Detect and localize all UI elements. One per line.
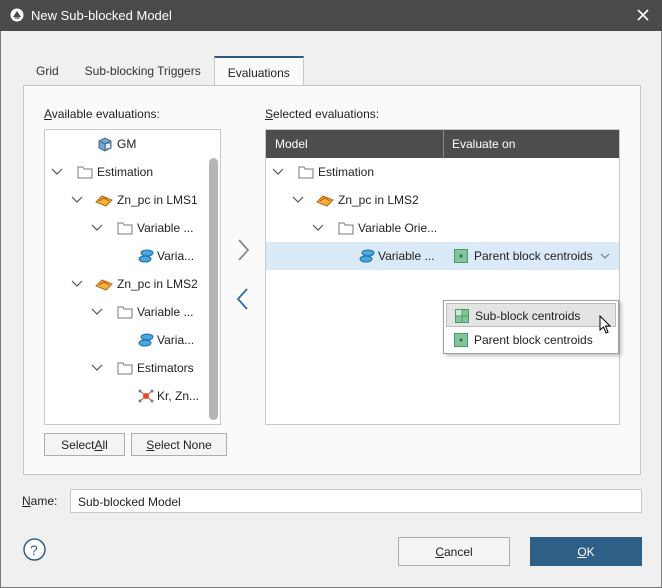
tree-item-label: Zn_pc in LMS1 bbox=[117, 193, 198, 207]
folder-icon bbox=[117, 222, 133, 235]
title-bar: New Sub-blocked Model bbox=[0, 0, 662, 31]
tab-grid[interactable]: Grid bbox=[23, 56, 72, 86]
dropdown-option-label: Parent block centroids bbox=[474, 333, 593, 347]
chevron-down-icon[interactable] bbox=[272, 166, 284, 178]
mouse-cursor-icon bbox=[599, 315, 612, 334]
dialog-body: Grid Sub-blocking Triggers Evaluations A… bbox=[0, 31, 662, 588]
tree-item-label: Varia... bbox=[157, 249, 195, 263]
chevron-down-icon[interactable] bbox=[292, 194, 304, 206]
tree-item-label: Varia... bbox=[157, 333, 195, 347]
tree-item-label: Zn_pc in LMS2 bbox=[117, 277, 198, 291]
app-logo-icon bbox=[10, 8, 24, 22]
parent-block-centroids-icon bbox=[454, 249, 468, 263]
chevron-down-icon[interactable] bbox=[91, 222, 103, 234]
tree-item-label: Variable ... bbox=[137, 221, 194, 235]
tree-item-estimators[interactable]: Estimators bbox=[45, 354, 205, 382]
folder-icon bbox=[117, 306, 133, 319]
name-input[interactable]: Sub-blocked Model bbox=[70, 489, 642, 513]
evaluate-on-value: Parent block centroids bbox=[474, 249, 593, 263]
available-evaluations-tree[interactable]: GM Estimation Zn_pc in LMS1 Variable ... bbox=[44, 129, 221, 425]
variable-orientation-icon bbox=[359, 249, 375, 263]
chevron-down-icon[interactable] bbox=[91, 362, 103, 374]
table-row-label: Estimation bbox=[318, 165, 375, 179]
select-none-button[interactable]: Select None bbox=[131, 433, 227, 456]
tree-item-label: Kr, Zn... bbox=[157, 389, 200, 403]
table-row[interactable]: Variable Orie... bbox=[266, 214, 616, 242]
kriging-icon bbox=[138, 389, 154, 403]
surface-icon bbox=[95, 195, 113, 207]
evaluations-panel: Available evaluations: GM Estimation Zn_… bbox=[23, 85, 641, 475]
chevron-down-icon[interactable] bbox=[71, 278, 83, 290]
tree-item-variable-orientation[interactable]: Variable ... bbox=[45, 214, 205, 242]
table-row-label: Variable Orie... bbox=[358, 221, 438, 235]
chevron-down-icon[interactable] bbox=[312, 222, 324, 234]
sub-block-centroids-icon bbox=[455, 309, 469, 323]
parent-block-centroids-icon bbox=[454, 333, 468, 347]
select-all-button[interactable]: Select All bbox=[44, 433, 125, 456]
chevron-right-icon[interactable] bbox=[233, 236, 253, 264]
dropdown-option-sub-block-centroids[interactable]: Sub-block centroids bbox=[446, 303, 616, 327]
table-row-label: Variable ... bbox=[378, 249, 435, 263]
tree-item-label: Estimation bbox=[97, 165, 154, 179]
window-title: New Sub-blocked Model bbox=[31, 8, 172, 23]
tree-item-variable-orientation-object[interactable]: Varia... bbox=[45, 242, 205, 270]
tree-item-variable-orientation[interactable]: Variable ... bbox=[45, 298, 205, 326]
column-header-model[interactable]: Model bbox=[275, 137, 308, 151]
available-evaluations-label: Available evaluations: bbox=[44, 107, 160, 121]
close-icon[interactable] bbox=[634, 6, 652, 24]
tree-item-zn-lms1[interactable]: Zn_pc in LMS1 bbox=[45, 186, 205, 214]
tab-evaluations[interactable]: Evaluations bbox=[213, 56, 304, 87]
cancel-button[interactable]: Cancel bbox=[398, 537, 510, 566]
tree-item-zn-lms2[interactable]: Zn_pc in LMS2 bbox=[45, 270, 205, 298]
surface-icon bbox=[316, 195, 334, 207]
column-header-evaluate-on[interactable]: Evaluate on bbox=[452, 137, 515, 151]
table-row[interactable]: Variable ... Parent block centroids bbox=[266, 242, 616, 270]
variable-orientation-icon bbox=[138, 333, 154, 347]
dropdown-option-label: Sub-block centroids bbox=[475, 309, 581, 323]
scrollbar-thumb[interactable] bbox=[209, 158, 218, 420]
folder-icon bbox=[77, 166, 93, 179]
tree-item-label: Estimators bbox=[137, 361, 194, 375]
table-row[interactable]: Zn_pc in LMS2 bbox=[266, 186, 616, 214]
help-glyph: ? bbox=[30, 542, 38, 558]
chevron-left-icon[interactable] bbox=[233, 285, 253, 313]
tree-item-estimation[interactable]: Estimation bbox=[45, 158, 205, 186]
chevron-down-icon[interactable] bbox=[91, 306, 103, 318]
table-row[interactable]: Estimation bbox=[266, 158, 616, 186]
tree-item-variable-orientation-object[interactable]: Varia... bbox=[45, 326, 205, 354]
table-row-label: Zn_pc in LMS2 bbox=[338, 193, 419, 207]
folder-icon bbox=[338, 222, 354, 235]
chevron-down-icon[interactable] bbox=[71, 194, 83, 206]
evaluate-on-select[interactable]: Parent block centroids bbox=[452, 242, 616, 270]
tree-item-kriging-estimator[interactable]: Kr, Zn... bbox=[45, 382, 205, 410]
selected-evaluations-label: Selected evaluations: bbox=[265, 107, 380, 121]
variable-orientation-icon bbox=[138, 249, 154, 263]
chevron-down-icon[interactable] bbox=[600, 252, 610, 260]
tree-item-label: GM bbox=[117, 137, 137, 151]
evaluate-on-dropdown: Sub-block centroids Parent block centroi… bbox=[443, 300, 619, 354]
tab-sub-blocking-triggers[interactable]: Sub-blocking Triggers bbox=[72, 56, 214, 86]
dropdown-option-parent-block-centroids[interactable]: Parent block centroids bbox=[446, 328, 616, 352]
tree-item-gm[interactable]: GM bbox=[45, 130, 205, 158]
ok-button[interactable]: OK bbox=[530, 537, 642, 566]
chevron-down-icon[interactable] bbox=[51, 166, 63, 178]
surface-icon bbox=[95, 279, 113, 291]
table-header: Model Evaluate on bbox=[266, 130, 619, 158]
selected-evaluations-table[interactable]: Model Evaluate on Estimation Zn_pc in LM… bbox=[265, 129, 620, 425]
tree-item-label: Variable ... bbox=[137, 305, 194, 319]
column-divider[interactable] bbox=[443, 130, 444, 158]
name-label: Name: bbox=[22, 494, 58, 508]
folder-icon bbox=[298, 166, 314, 179]
tab-bar: Grid Sub-blocking Triggers Evaluations bbox=[23, 56, 304, 87]
block-model-icon bbox=[98, 137, 112, 152]
folder-icon bbox=[117, 362, 133, 375]
